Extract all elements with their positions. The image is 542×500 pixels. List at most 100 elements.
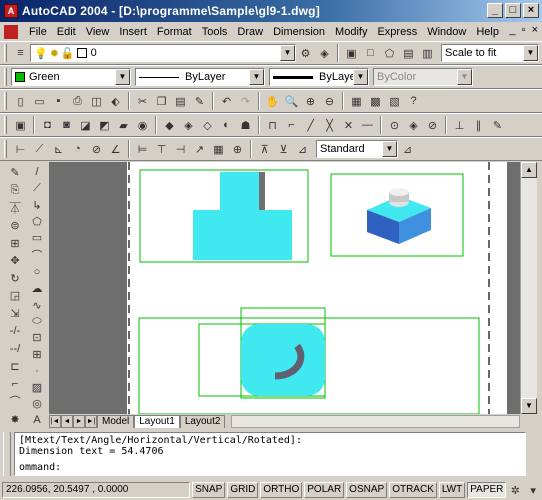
offset-icon[interactable]: ⊜ [7, 218, 24, 234]
make-layer-current-icon[interactable]: ⚙ [297, 45, 314, 62]
osnap-perpendicular-icon[interactable]: ⊥ [451, 117, 468, 134]
explode-icon[interactable]: ✸ [7, 411, 24, 427]
arc-icon[interactable]: ⌒ [29, 247, 46, 263]
lwt-toggle[interactable]: LWT [438, 482, 466, 498]
command-prompt[interactable]: ommand: [19, 462, 521, 473]
doc-minimize-button[interactable]: _ [510, 24, 516, 36]
scroll-up-button[interactable]: ▲ [521, 162, 537, 178]
break-icon[interactable]: ⊏ [7, 358, 24, 374]
viewports-icon[interactable]: ▣ [343, 45, 360, 62]
xline-icon[interactable]: ⟋ [29, 181, 46, 195]
rotate-icon[interactable]: ↻ [7, 271, 24, 287]
trim-icon[interactable]: -/- [7, 323, 24, 339]
menu-format[interactable]: Format [152, 26, 197, 38]
quick-dim-icon[interactable]: ⊨ [134, 141, 151, 158]
matchprop-icon[interactable]: ✎ [191, 93, 208, 110]
osnap-toggle[interactable]: OSNAP [346, 482, 388, 498]
fillet-icon[interactable]: ⌒ [7, 393, 24, 409]
scroll-down-button[interactable]: ▼ [521, 398, 537, 414]
chevron-down-icon[interactable]: ▼ [115, 69, 130, 85]
copy-object-icon[interactable]: ⎘ [7, 183, 24, 199]
redo-icon[interactable]: ↷ [237, 93, 254, 110]
pan-icon[interactable]: ✋ [264, 93, 281, 110]
polygon-icon[interactable]: ⬠ [29, 214, 46, 228]
zoom-window-icon[interactable]: ⊕ [302, 93, 319, 110]
tray-menu-icon[interactable]: ▾ [525, 482, 541, 499]
menu-edit[interactable]: Edit [52, 26, 81, 38]
menu-dimension[interactable]: Dimension [268, 26, 330, 38]
horizontal-scrollbar[interactable] [231, 415, 520, 428]
rectangle-icon[interactable]: ▭ [29, 231, 46, 245]
chevron-down-icon[interactable]: ▼ [249, 69, 264, 85]
menu-insert[interactable]: Insert [114, 26, 152, 38]
menu-express[interactable]: Express [372, 26, 422, 38]
menu-modify[interactable]: Modify [330, 26, 372, 38]
copy-icon[interactable]: ❐ [153, 93, 170, 110]
tab-layout2[interactable]: Layout2 [179, 415, 226, 428]
move-icon[interactable]: ✥ [7, 253, 24, 269]
osnap-tangent-icon[interactable]: ⊘ [424, 117, 441, 134]
chevron-down-icon[interactable]: ▼ [353, 69, 368, 85]
continue-dim-icon[interactable]: ⊣ [172, 141, 189, 158]
diameter-dim-icon[interactable]: ⊘ [88, 141, 105, 158]
tab-model[interactable]: Model [97, 415, 135, 428]
slice-icon[interactable]: ◈ [180, 117, 197, 134]
osnap-quadrant-icon[interactable]: ◈ [405, 117, 422, 134]
tray-icon[interactable]: ✲ [507, 482, 523, 499]
menu-draw[interactable]: Draw [232, 26, 268, 38]
hatch-icon[interactable]: ▨ [29, 380, 46, 394]
dimtedit-icon[interactable]: ⊻ [275, 141, 292, 158]
linetype-dropdown[interactable]: ByLayer ▼ [135, 68, 265, 86]
doc-close-button[interactable]: × [532, 24, 538, 36]
ucs-icon[interactable]: ╳ [321, 117, 338, 134]
chevron-down-icon[interactable]: ▼ [382, 141, 397, 157]
osnap-parallel-icon[interactable]: ∥ [470, 117, 487, 134]
interfere-icon[interactable]: ◐ [218, 117, 235, 134]
grid-toggle[interactable]: GRID [227, 482, 259, 498]
maximize-button[interactable]: □ [505, 3, 521, 18]
document-icon[interactable] [4, 24, 18, 39]
doc-restore-button[interactable]: ▫ [522, 24, 526, 36]
zoom-previous-icon[interactable]: ⊖ [321, 93, 338, 110]
preview-icon[interactable]: ◫ [88, 93, 105, 110]
menu-view[interactable]: View [81, 26, 115, 38]
designcenter-icon[interactable]: ▩ [367, 93, 384, 110]
properties-icon[interactable]: ▦ [348, 93, 365, 110]
new-icon[interactable]: ▯ [12, 93, 29, 110]
menu-window[interactable]: Window [422, 26, 471, 38]
polyline-icon[interactable]: ↳ [29, 198, 46, 212]
dimupdate-icon[interactable]: ⊿ [294, 141, 311, 158]
spline-icon[interactable]: ∿ [29, 298, 46, 312]
tab-layout1[interactable]: Layout1 [134, 415, 180, 428]
layer-previous-icon[interactable]: ◈ [316, 45, 333, 62]
zoom-realtime-icon[interactable]: 🔍 [283, 93, 300, 110]
aligned-dim-icon[interactable]: ⟋ [31, 141, 48, 158]
region-icon[interactable]: ◎ [29, 396, 46, 410]
ordinate-dim-icon[interactable]: ⊾ [50, 141, 67, 158]
paper-toggle[interactable]: PAPER [467, 482, 507, 498]
close-button[interactable]: × [523, 3, 539, 18]
scale-icon[interactable]: ◲ [7, 288, 24, 304]
open-icon[interactable]: ▭ [31, 93, 48, 110]
angular-dim-icon[interactable]: ∠ [107, 141, 124, 158]
radius-dim-icon[interactable]: ◔ [69, 141, 86, 158]
convert-viewport-icon[interactable]: ▤ [400, 45, 417, 62]
coordinate-readout[interactable]: 226.0956, 20.5497 , 0.0000 [2, 482, 191, 498]
menu-tools[interactable]: Tools [197, 26, 233, 38]
setup-icon[interactable]: ☗ [237, 117, 254, 134]
subtract-icon[interactable]: ⌐ [283, 117, 300, 134]
orbit-icon[interactable]: ✕ [340, 117, 357, 134]
chevron-down-icon[interactable]: ▼ [523, 45, 538, 61]
circle-icon[interactable]: ○ [29, 265, 46, 279]
extend-icon[interactable]: --/ [7, 341, 24, 357]
plotstyle-dropdown[interactable]: ByColor ▼ [373, 68, 473, 86]
intersect-icon[interactable]: ╱ [302, 117, 319, 134]
command-window[interactable]: [Mtext/Text/Angle/Horizontal/Vertical/Ro… [14, 432, 526, 476]
revcloud-icon[interactable]: ☁ [29, 281, 46, 295]
revolve-icon[interactable]: ◆ [161, 117, 178, 134]
first-tab-button[interactable]: |◄ [49, 415, 61, 428]
cone-icon[interactable]: ◪ [77, 117, 94, 134]
array-icon[interactable]: ⊞ [7, 236, 24, 252]
viewport-scale-dropdown[interactable]: Scale to fit ▼ [441, 44, 539, 62]
polygonal-viewport-icon[interactable]: ⬠ [381, 45, 398, 62]
